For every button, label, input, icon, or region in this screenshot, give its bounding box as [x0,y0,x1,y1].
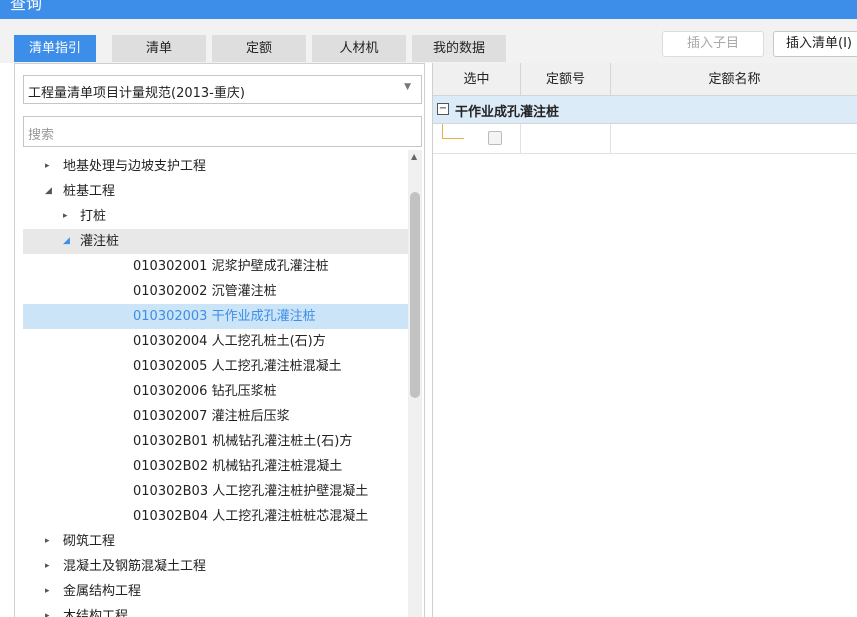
tree-node-label: 地基处理与边坡支护工程 [63,159,207,174]
tree-leaf-label: 010302B02 机械钻孔灌注桩混凝土 [133,459,343,474]
expand-arrow-icon[interactable]: ▸ [45,529,50,554]
tree-leaf-selected[interactable]: 010302003 干作业成孔灌注桩 [23,304,408,329]
tree-leaf[interactable]: 010302005 人工挖孔灌注桩混凝土 [23,354,408,379]
title-bar: 查询 [0,0,857,19]
tree-node-label: 木结构工程 [63,609,129,617]
tree-node[interactable]: ▸ 混凝土及钢筋混凝土工程 [23,554,408,579]
group-row[interactable]: − 干作业成孔灌注桩 [433,96,857,124]
column-header-quota-name[interactable]: 定额名称 [611,63,857,96]
tree-node[interactable]: ◢ 桩基工程 [23,179,408,204]
window-title: 查询 [10,0,43,13]
chevron-down-icon: ▼ [404,82,411,92]
tree-leaf-label: 010302007 灌注桩后压浆 [133,409,290,424]
grid-header: 选中 定额号 定额名称 [433,63,857,96]
tree-node-label: 砌筑工程 [63,534,116,549]
standard-select-value: 工程量清单项目计量规范(2013-重庆) [28,86,245,101]
tab-labor-material-machine[interactable]: 人材机 [312,35,406,62]
search-placeholder: 搜索 [28,128,55,143]
collapse-minus-icon[interactable]: − [437,103,449,115]
tree-scrollbar[interactable]: ▲ [408,150,422,617]
tree-leaf[interactable]: 010302004 人工挖孔桩土(石)方 [23,329,408,354]
search-input[interactable]: 搜索 [23,116,422,147]
tree-leaf[interactable]: 010302B01 机械钻孔灌注桩土(石)方 [23,429,408,454]
column-header-select[interactable]: 选中 [433,63,521,96]
tree-node[interactable]: ▸ 砌筑工程 [23,529,408,554]
tree-leaf[interactable]: 010302B02 机械钻孔灌注桩混凝土 [23,454,408,479]
tree-node-label: 金属结构工程 [63,584,142,599]
tree-node-label: 灌注桩 [80,234,120,249]
tree-line [442,124,443,138]
insert-child-button[interactable]: 插入子目 [662,31,764,57]
tree-leaf-label: 010302B04 人工挖孔灌注桩桩芯混凝土 [133,509,369,524]
scrollbar-thumb[interactable] [410,192,420,398]
tree-node-label: 桩基工程 [63,184,116,199]
tree-node-label: 混凝土及钢筋混凝土工程 [63,559,207,574]
insert-list-button[interactable]: 插入清单(I) [773,31,857,57]
tree-leaf-label: 010302003 干作业成孔灌注桩 [133,309,316,324]
tab-list-guide[interactable]: 清单指引 [14,35,96,62]
tree-leaf-label: 010302001 泥浆护壁成孔灌注桩 [133,259,329,274]
tree-node[interactable]: ▸ 木结构工程 [23,604,408,617]
list-guide-panel: 工程量清单项目计量规范(2013-重庆) ▼ 搜索 ▸ 地基处理与边坡支护工程 … [14,63,425,617]
select-cell [433,124,521,153]
expand-arrow-icon[interactable]: ▸ [45,554,50,579]
tab-my-data[interactable]: 我的数据 [412,35,506,62]
expand-arrow-icon[interactable]: ▸ [45,154,50,179]
row-checkbox[interactable] [488,131,502,145]
tree-node[interactable]: ▸ 地基处理与边坡支护工程 [23,154,408,179]
tree-leaf[interactable]: 010302B03 人工挖孔灌注桩护壁混凝土 [23,479,408,504]
collapse-arrow-icon[interactable]: ◢ [63,229,70,254]
tree-node-label: 打桩 [80,209,107,224]
quota-number-cell[interactable] [521,124,611,153]
tree-leaf[interactable]: 010302002 沉管灌注桩 [23,279,408,304]
tree-node[interactable]: ▸ 金属结构工程 [23,579,408,604]
expand-arrow-icon[interactable]: ▸ [63,204,68,229]
quota-grid: 选中 定额号 定额名称 − 干作业成孔灌注桩 [432,63,857,617]
tree-leaf-label: 010302005 人工挖孔灌注桩混凝土 [133,359,342,374]
tab-list[interactable]: 清单 [112,35,206,62]
expand-arrow-icon[interactable]: ▸ [45,579,50,604]
table-row[interactable] [433,124,857,154]
group-label: 干作业成孔灌注桩 [455,105,560,120]
standard-select[interactable]: 工程量清单项目计量规范(2013-重庆) ▼ [23,75,422,104]
tree-leaf-label: 010302B03 人工挖孔灌注桩护壁混凝土 [133,484,369,499]
tree-leaf-label: 010302004 人工挖孔桩土(石)方 [133,334,326,349]
tab-quota[interactable]: 定额 [212,35,306,62]
tree-line [442,138,464,139]
tree-leaf-label: 010302002 沉管灌注桩 [133,284,277,299]
collapse-arrow-icon[interactable]: ◢ [45,179,52,204]
tree-leaf[interactable]: 010302001 泥浆护壁成孔灌注桩 [23,254,408,279]
expand-arrow-icon[interactable]: ▸ [45,604,50,617]
tab-bar: 清单指引 清单 定额 人材机 我的数据 插入子目 插入清单(I) [0,19,857,63]
tree-leaf[interactable]: 010302B04 人工挖孔灌注桩桩芯混凝土 [23,504,408,529]
tree-leaf[interactable]: 010302006 钻孔压浆桩 [23,379,408,404]
tree-leaf-label: 010302B01 机械钻孔灌注桩土(石)方 [133,434,353,449]
tree-leaf-label: 010302006 钻孔压浆桩 [133,384,277,399]
scroll-up-icon[interactable]: ▲ [411,152,417,161]
tree-node-selected-parent[interactable]: ◢ 灌注桩 [23,229,408,254]
tree-node[interactable]: ▸ 打桩 [23,204,408,229]
list-tree: ▸ 地基处理与边坡支护工程 ◢ 桩基工程 ▸ 打桩 ◢ 灌注桩 01030200… [23,154,408,617]
tree-leaf[interactable]: 010302007 灌注桩后压浆 [23,404,408,429]
column-header-quota-number[interactable]: 定额号 [521,63,611,96]
